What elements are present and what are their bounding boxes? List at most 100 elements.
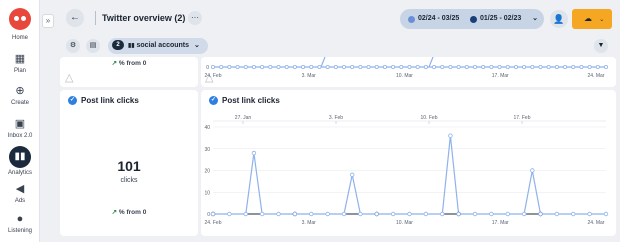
top-data-point	[251, 64, 256, 69]
top-data-point	[489, 64, 494, 69]
top-data-point	[579, 64, 584, 69]
top-series-spike	[320, 57, 326, 68]
more-options-button[interactable]: ···	[188, 11, 202, 25]
top-x-tick-label: 17. Mar	[492, 73, 509, 79]
metric-change: ↗ % from 0	[111, 209, 147, 216]
top-data-point	[301, 64, 306, 69]
nav-inbox-label: Inbox 2.0	[7, 133, 33, 139]
primary-data-point	[440, 211, 445, 217]
filter-icon[interactable]: ▼	[594, 39, 608, 53]
top-data-point	[350, 64, 355, 69]
inbox-icon: ▣	[14, 118, 26, 130]
location-pin-icon: ●	[16, 213, 24, 225]
primary-data-point	[349, 172, 355, 178]
primary-data-point	[407, 211, 412, 217]
top-right-card: △ 0 24. Feb 3. Mar 10. Mar 17. Mar 24. Mar	[201, 57, 616, 87]
nav-ads[interactable]: ◀ Ads	[0, 182, 40, 204]
y-tick-label: 30	[204, 147, 210, 153]
download-button[interactable]: ☁ ⌄	[572, 9, 612, 29]
metric-unit: clicks	[120, 177, 138, 184]
primary-data-point	[325, 211, 330, 217]
twitter-icon: ✓	[68, 96, 77, 106]
metric-value: 101	[117, 158, 141, 174]
report-toolbar: ⚙ ▤ 2 ▮▮ social accounts ⌄ ▼	[58, 36, 620, 56]
top-data-point	[530, 64, 535, 69]
y-tick-label: 40	[204, 125, 210, 131]
primary-data-point	[505, 211, 510, 217]
primary-data-point	[530, 168, 535, 173]
nav-home-label: Home	[11, 35, 28, 41]
nav-analytics-label: Analytics	[7, 170, 32, 176]
primary-data-point	[587, 211, 592, 217]
comparison-x-tick-label: 27. Jan	[235, 115, 252, 121]
nav-inbox[interactable]: ▣ Inbox 2.0	[0, 117, 40, 139]
back-button[interactable]: ←	[66, 9, 84, 27]
top-left-card: ↗ % from 0 △	[60, 57, 198, 87]
date-range-2: 01/25 - 02/23	[480, 15, 522, 22]
date-range-1: 02/24 - 03/25	[418, 15, 460, 22]
primary-data-point	[571, 211, 576, 217]
comparison-x-tick-label: 17. Feb	[514, 115, 531, 121]
top-data-point	[374, 64, 379, 69]
comparison-x-tick-label: 3. Feb	[329, 115, 343, 121]
nav-ads-label: Ads	[14, 198, 26, 204]
post-link-clicks-chart-card: ✓ Post link clicks 0 10 20 30 40 27. Jan 3. Feb…	[201, 90, 616, 236]
top-data-point	[456, 64, 461, 69]
x-tick-label: 24. Feb	[205, 220, 222, 226]
top-line-chart: 0 24. Feb 3. Mar 10. Mar 17. Mar 24. Mar	[205, 57, 608, 79]
top-x-tick-label: 10. Mar	[396, 73, 413, 79]
top-data-point	[317, 64, 322, 69]
nav-home[interactable]: Home	[0, 33, 40, 41]
top-data-point	[268, 64, 273, 69]
warning-icon: △	[65, 72, 74, 84]
owl-logo[interactable]	[9, 8, 31, 30]
top-data-point	[603, 64, 608, 69]
collapse-nav-button[interactable]: »	[42, 14, 54, 28]
cloud-download-icon: ☁	[584, 14, 592, 23]
layout-icon[interactable]: ▤	[86, 39, 100, 53]
top-data-point	[260, 64, 265, 69]
top-x-tick-label: 24. Feb	[205, 73, 222, 79]
primary-data-point	[456, 211, 461, 217]
primary-data-point	[472, 211, 478, 217]
bar-chart-icon: ▮▮	[9, 146, 31, 168]
nav-listening-label: Listening	[7, 228, 33, 234]
chevron-down-icon: ⌄	[599, 17, 605, 23]
date-range-1-dot	[408, 16, 415, 23]
primary-data-point	[390, 211, 396, 217]
top-data-point	[292, 64, 297, 69]
settings-icon[interactable]: ⚙	[66, 39, 80, 53]
chevron-down-icon: ⌄	[532, 15, 538, 22]
top-data-point	[341, 64, 346, 69]
top-data-point	[513, 64, 518, 69]
top-series-spike	[428, 57, 434, 68]
nav-listening[interactable]: ● Listening	[0, 212, 40, 234]
nav-analytics[interactable]: ▮▮ Analytics	[0, 146, 40, 176]
nav-create[interactable]: ⊕ Create	[0, 84, 40, 106]
primary-series-line	[213, 135, 606, 215]
megaphone-icon: ◀	[15, 183, 25, 195]
nav-create-label: Create	[10, 100, 29, 106]
header-divider	[95, 11, 96, 25]
primary-data-point	[341, 211, 347, 217]
top-data-point	[587, 64, 592, 69]
top-data-point	[571, 64, 576, 69]
post-link-clicks-chart: 0 10 20 30 40 27. Jan 3. Feb 10. Feb 17. Feb 24. …	[204, 115, 609, 226]
comparison-x-tick-label: 10. Feb	[421, 115, 438, 121]
share-user-button[interactable]: 👤	[550, 10, 568, 28]
top-data-point	[432, 64, 437, 69]
primary-data-point	[243, 211, 248, 217]
trend-icon: ↗	[111, 209, 119, 216]
primary-data-point	[259, 211, 265, 217]
top-data-point	[227, 64, 232, 69]
top-data-point	[546, 64, 551, 69]
social-accounts-selector[interactable]: 2 ▮▮ social accounts ⌄	[108, 38, 208, 54]
primary-data-point	[521, 211, 527, 217]
nav-plan[interactable]: ▦ Plan	[0, 52, 40, 74]
top-data-point	[505, 64, 510, 69]
y-tick-label: 10	[204, 190, 210, 196]
top-y-tick-label: 0	[206, 65, 209, 71]
primary-data-point	[358, 211, 363, 217]
date-range-selector[interactable]: 02/24 - 03/25 01/25 - 02/23 ⌄	[400, 9, 544, 29]
top-data-point	[382, 64, 387, 69]
